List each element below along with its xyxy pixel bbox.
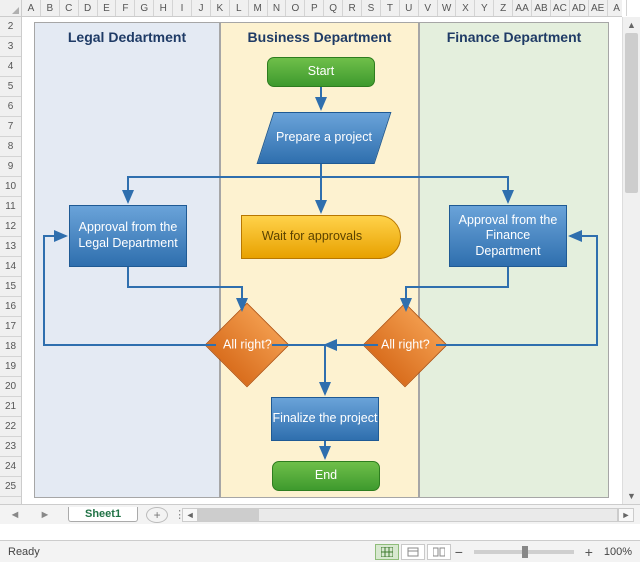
row-header[interactable]: 17 (0, 317, 21, 337)
zoom-level[interactable]: 100% (604, 546, 632, 558)
column-header[interactable]: A (608, 0, 627, 16)
column-header[interactable]: D (79, 0, 98, 16)
swimlane-business-title: Business Department (221, 23, 418, 55)
column-header[interactable]: V (419, 0, 438, 16)
column-header[interactable]: W (438, 0, 457, 16)
row-header[interactable]: 15 (0, 277, 21, 297)
row-header[interactable]: 25 (0, 477, 21, 497)
zoom-slider-knob[interactable] (522, 546, 528, 558)
column-header[interactable]: AD (570, 0, 589, 16)
column-headers: ABCDEFGHIJKLMNOPQRSTUVWXYZAAABACADAEA (22, 0, 622, 17)
row-headers: 2345678910111213141516171819202122232425 (0, 17, 22, 504)
column-header[interactable]: N (268, 0, 287, 16)
delay-wait[interactable]: Wait for approvals (241, 215, 401, 259)
column-header[interactable]: H (154, 0, 173, 16)
column-header[interactable]: B (41, 0, 60, 16)
row-header[interactable]: 2 (0, 17, 21, 37)
row-header[interactable]: 23 (0, 437, 21, 457)
column-header[interactable]: L (230, 0, 249, 16)
column-header[interactable]: K (211, 0, 230, 16)
hscroll-right-button[interactable]: ► (618, 508, 634, 522)
scroll-up-icon[interactable]: ▲ (623, 17, 640, 33)
view-normal-button[interactable] (375, 544, 399, 560)
view-page-layout-button[interactable] (401, 544, 425, 560)
row-header[interactable]: 6 (0, 97, 21, 117)
vertical-scrollbar[interactable]: ▲ ▼ (622, 17, 640, 504)
row-header[interactable]: 3 (0, 37, 21, 57)
add-sheet-button[interactable]: + (146, 507, 168, 523)
row-header[interactable]: 16 (0, 297, 21, 317)
page-break-icon (433, 547, 445, 557)
zoom-out-button[interactable]: − (452, 545, 466, 559)
view-page-break-button[interactable] (427, 544, 451, 560)
row-header[interactable]: 8 (0, 137, 21, 157)
row-header[interactable]: 21 (0, 397, 21, 417)
terminator-start[interactable]: Start (267, 57, 375, 87)
row-header[interactable]: 7 (0, 117, 21, 137)
row-header[interactable]: 10 (0, 177, 21, 197)
column-header[interactable]: J (192, 0, 211, 16)
column-header[interactable]: A (22, 0, 41, 16)
vscroll-thumb[interactable] (625, 33, 638, 193)
column-header[interactable]: P (305, 0, 324, 16)
column-header[interactable]: C (60, 0, 79, 16)
column-header[interactable]: Y (475, 0, 494, 16)
tab-split-grip[interactable]: ⋮ (174, 508, 182, 521)
terminator-end[interactable]: End (272, 461, 380, 491)
horizontal-scrollbar[interactable] (198, 508, 618, 522)
process-approval-legal[interactable]: Approval from the Legal Department (69, 205, 187, 267)
page-layout-icon (407, 547, 419, 557)
row-header[interactable]: 5 (0, 77, 21, 97)
status-bar: Ready − + 100% (0, 540, 640, 562)
column-header[interactable]: T (381, 0, 400, 16)
swimlane-legal-title: Legal Dedartment (35, 23, 219, 55)
row-header[interactable]: 13 (0, 237, 21, 257)
column-header[interactable]: Q (324, 0, 343, 16)
column-header[interactable]: U (400, 0, 419, 16)
column-header[interactable]: S (362, 0, 381, 16)
hscroll-left-button[interactable]: ◄ (182, 508, 198, 522)
column-header[interactable]: M (249, 0, 268, 16)
sheet-tab-sheet1[interactable]: Sheet1 (68, 507, 138, 522)
worksheet-canvas[interactable]: Legal Dedartment Business Department Fin… (22, 17, 622, 504)
row-header[interactable]: 20 (0, 377, 21, 397)
sheet-tab-strip: ◄► Sheet1 + ⋮ ◄ ► (0, 504, 640, 524)
column-header[interactable]: F (116, 0, 135, 16)
column-header[interactable]: Z (494, 0, 513, 16)
column-header[interactable]: AE (589, 0, 608, 16)
swimlane-finance-title: Finance Department (420, 23, 608, 55)
column-header[interactable]: AC (551, 0, 570, 16)
row-header[interactable]: 19 (0, 357, 21, 377)
column-header[interactable]: R (343, 0, 362, 16)
row-header[interactable]: 9 (0, 157, 21, 177)
process-approval-finance[interactable]: Approval from the Finance Department (449, 205, 567, 267)
row-header[interactable]: 22 (0, 417, 21, 437)
column-header[interactable]: AA (513, 0, 532, 16)
zoom-in-button[interactable]: + (582, 545, 596, 559)
row-header[interactable]: 14 (0, 257, 21, 277)
status-ready: Ready (8, 546, 40, 558)
column-header[interactable]: O (286, 0, 305, 16)
row-header[interactable]: 24 (0, 457, 21, 477)
column-header[interactable]: G (135, 0, 154, 16)
column-header[interactable]: AB (532, 0, 551, 16)
hscroll-thumb[interactable] (199, 509, 259, 521)
tab-nav-buttons[interactable]: ◄► (0, 509, 60, 521)
column-header[interactable]: I (173, 0, 192, 16)
scroll-down-icon[interactable]: ▼ (623, 488, 640, 504)
row-header[interactable]: 18 (0, 337, 21, 357)
process-prepare[interactable]: Prepare a project (257, 112, 392, 164)
row-header[interactable]: 11 (0, 197, 21, 217)
row-header[interactable]: 4 (0, 57, 21, 77)
column-header[interactable]: X (456, 0, 475, 16)
grid-icon (381, 547, 393, 557)
zoom-slider[interactable] (474, 550, 574, 554)
column-header[interactable]: E (98, 0, 117, 16)
select-all-corner[interactable] (0, 0, 22, 17)
process-finalize[interactable]: Finalize the project (271, 397, 379, 441)
row-header[interactable]: 12 (0, 217, 21, 237)
